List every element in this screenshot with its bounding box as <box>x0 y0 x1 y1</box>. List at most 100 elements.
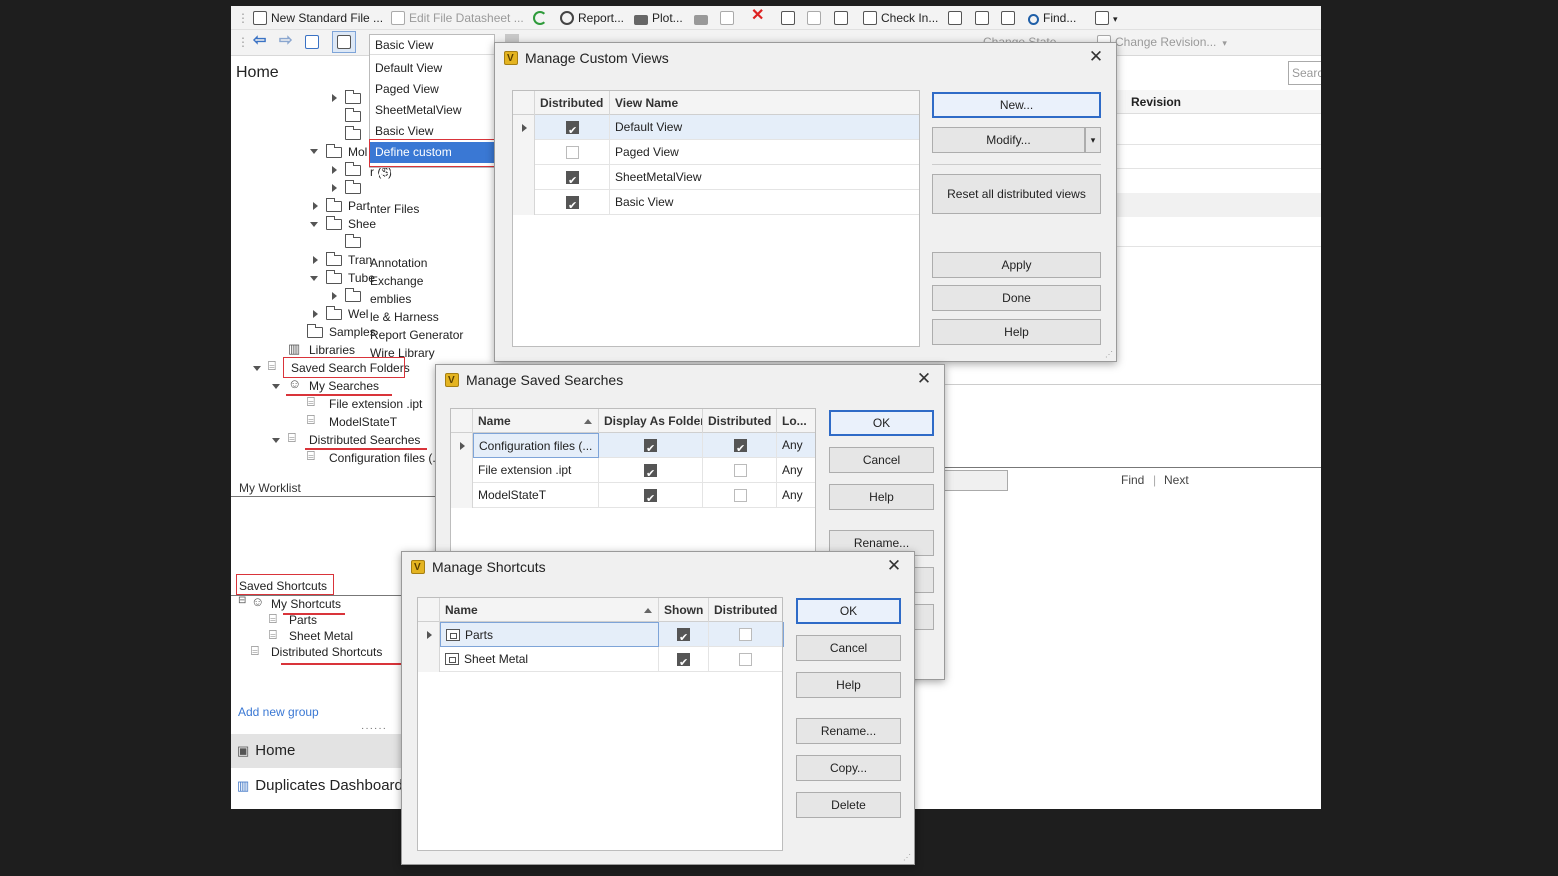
plot-button[interactable]: Plot... <box>634 9 683 27</box>
close-button[interactable]: ✕ <box>914 369 934 389</box>
copy-design-button[interactable] <box>720 9 738 27</box>
tree-item-cable-harness[interactable]: le & Harness <box>370 308 439 326</box>
expand-icon[interactable] <box>313 310 318 318</box>
cancel-button[interactable]: Cancel <box>829 447 934 473</box>
tree-item-distributed-shortcuts[interactable]: Distributed Shortcuts <box>271 643 382 661</box>
tree-item-modelstatet[interactable]: ModelStateT <box>329 413 397 431</box>
tree-item-file-extension-ipt[interactable]: File extension .ipt <box>329 395 422 413</box>
toggle-pane-button[interactable] <box>332 31 356 53</box>
column-header-location[interactable]: Lo... <box>777 409 817 433</box>
collapse-icon[interactable] <box>272 384 280 389</box>
splitter-grip[interactable]: ······ <box>361 723 387 734</box>
collapse-box-icon[interactable]: ⊟ <box>238 595 246 606</box>
new-standard-file-button[interactable]: New Standard File ... <box>253 9 383 27</box>
distributed-checkbox[interactable] <box>734 464 747 477</box>
tree-item-annotation[interactable]: Annotation <box>370 254 427 272</box>
find-button[interactable]: Find... <box>1028 9 1076 27</box>
nav-duplicates-dashboard[interactable]: ▥ Duplicates Dashboard <box>231 769 403 803</box>
column-header-view-name[interactable]: View Name <box>610 91 921 115</box>
expand-icon[interactable] <box>332 184 337 192</box>
column-header-name[interactable]: Name <box>473 409 599 433</box>
column-header-shown[interactable]: Shown <box>659 598 709 622</box>
help-button[interactable]: Help <box>829 484 934 510</box>
edit-file-datasheet-button[interactable]: Edit File Datasheet ... <box>391 9 524 27</box>
tree-item-inter-files[interactable]: nter Files <box>370 200 419 218</box>
share-button[interactable] <box>834 9 852 27</box>
distributed-checkbox[interactable] <box>566 119 579 140</box>
view-selector-current[interactable]: Basic View <box>370 35 494 55</box>
tree-item-tran[interactable]: Tran <box>348 251 372 269</box>
tree-item-configuration-files[interactable]: Configuration files (.c <box>329 449 436 467</box>
cancel-button[interactable]: Cancel <box>796 635 901 661</box>
back-button[interactable]: ⇦ <box>253 32 266 50</box>
collapse-icon[interactable] <box>272 438 280 443</box>
display-as-folder-checkbox[interactable] <box>644 487 657 508</box>
forward-button[interactable]: ⇨ <box>279 32 292 50</box>
column-header-display-as-folder[interactable]: Display As Folder <box>599 409 703 433</box>
close-button[interactable]: ✕ <box>884 556 904 576</box>
ok-button[interactable]: OK <box>829 410 934 436</box>
tree-item-sheet[interactable]: Shee <box>348 215 376 233</box>
table-row[interactable]: ModelStateT Any <box>451 483 815 508</box>
view-option-default[interactable]: Default View <box>370 58 494 79</box>
up-folder-button[interactable] <box>305 33 323 51</box>
distributed-checkbox[interactable] <box>566 194 579 215</box>
shown-checkbox[interactable] <box>677 626 690 647</box>
collapse-icon[interactable] <box>310 276 318 281</box>
help-button[interactable]: Help <box>932 319 1101 345</box>
collapse-icon[interactable] <box>253 366 261 371</box>
expand-icon[interactable] <box>332 292 337 300</box>
table-row[interactable]: Sheet Metal <box>418 647 782 672</box>
collapse-icon[interactable] <box>310 149 318 154</box>
apply-button[interactable]: Apply <box>932 252 1101 278</box>
print-button[interactable] <box>694 9 712 27</box>
tree-item-my-searches[interactable]: My Searches <box>309 377 379 395</box>
add-new-group-link[interactable]: Add new group <box>238 703 319 721</box>
get-revision-button[interactable] <box>1001 9 1019 27</box>
shown-checkbox[interactable] <box>677 651 690 672</box>
tree-item-mold[interactable]: Mol <box>348 143 367 161</box>
distributed-checkbox[interactable] <box>734 437 747 458</box>
expand-icon[interactable] <box>313 256 318 264</box>
search-input[interactable]: Search <box>1288 61 1321 85</box>
rename-button[interactable]: Rename... <box>796 718 901 744</box>
distributed-checkbox[interactable] <box>566 169 579 190</box>
tree-item-parts[interactable]: Part <box>348 197 370 215</box>
resize-grip-icon[interactable]: ⋰ <box>1105 350 1113 359</box>
distributed-checkbox[interactable] <box>739 628 752 641</box>
table-row[interactable]: Configuration files (... Any <box>451 433 815 458</box>
tree-item-assemblies[interactable]: emblies <box>370 290 411 308</box>
tree-item-wel[interactable]: Wel <box>348 305 368 323</box>
refresh-button[interactable] <box>533 9 551 27</box>
move-button[interactable] <box>807 9 825 27</box>
table-row[interactable]: Basic View <box>513 190 919 215</box>
close-button[interactable]: ✕ <box>1086 47 1106 67</box>
help-button[interactable]: Help <box>796 672 901 698</box>
nav-home[interactable]: ▣ Home <box>231 734 403 768</box>
table-row[interactable]: Paged View <box>513 140 919 165</box>
column-header-distributed[interactable]: Distributed <box>535 91 610 115</box>
new-button[interactable]: New... <box>932 92 1101 118</box>
collapse-icon[interactable] <box>310 222 318 227</box>
resize-grip-icon[interactable]: ⋰ <box>903 853 911 862</box>
revision-column-header[interactable]: Revision <box>1117 90 1321 114</box>
distributed-checkbox[interactable] <box>739 653 752 666</box>
scrollbar-thumb[interactable] <box>505 34 519 42</box>
display-as-folder-checkbox[interactable] <box>644 437 657 458</box>
modify-dropdown-button[interactable]: ▾ <box>1085 127 1101 153</box>
column-header-distributed[interactable]: Distributed <box>703 409 777 433</box>
view-option-sheetmetal[interactable]: SheetMetalView <box>370 100 494 121</box>
table-row[interactable]: SheetMetalView <box>513 165 919 190</box>
copy-button[interactable]: Copy... <box>796 755 901 781</box>
tree-item-exchange[interactable]: Exchange <box>370 272 423 290</box>
table-row[interactable]: Default View <box>513 115 919 140</box>
undo-checkout-button[interactable] <box>975 9 993 27</box>
view-option-paged[interactable]: Paged View <box>370 79 494 100</box>
find-input[interactable] <box>944 470 1008 491</box>
delete-button[interactable]: Delete <box>796 792 901 818</box>
check-in-button[interactable]: Check In... <box>863 9 938 27</box>
reset-distributed-views-button[interactable]: Reset all distributed views <box>932 174 1101 214</box>
next-link[interactable]: Next <box>1164 473 1189 487</box>
more-tools-button[interactable]: ▾ <box>1095 9 1118 27</box>
column-header-distributed[interactable]: Distributed <box>709 598 784 622</box>
